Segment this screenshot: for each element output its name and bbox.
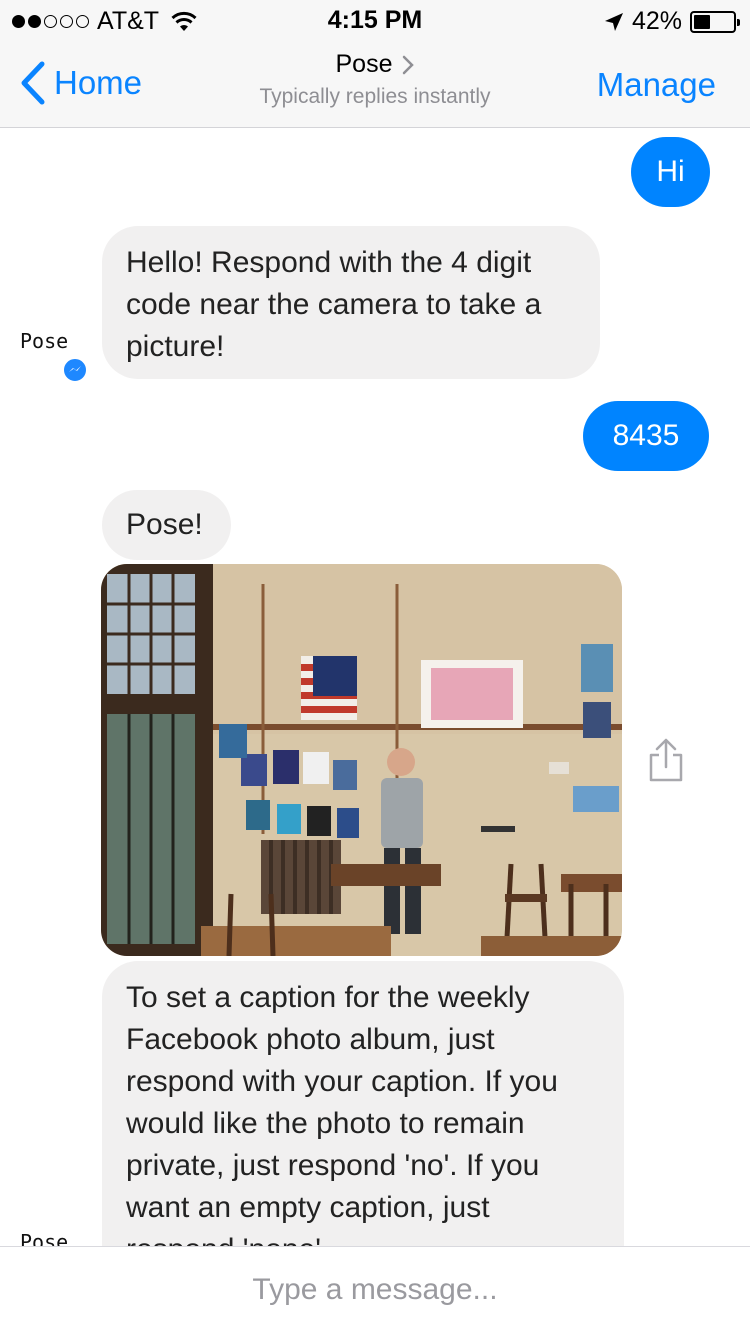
chevron-right-icon	[403, 55, 415, 74]
conversation-title[interactable]: Pose	[336, 50, 415, 79]
outgoing-message[interactable]: Hi	[631, 137, 710, 207]
battery-icon	[690, 10, 740, 33]
conversation-subtitle: Typically replies instantly	[259, 85, 491, 108]
bot-avatar[interactable]: Pose	[20, 1230, 68, 1246]
incoming-message[interactable]: Hello! Respond with the 4 digit code nea…	[102, 226, 600, 379]
bot-avatar[interactable]: Pose	[20, 329, 68, 353]
bot-avatar-logo: Pose	[20, 329, 69, 353]
status-right: 42%	[604, 7, 740, 36]
message-thread[interactable]: Hi Hello! Respond with the 4 digit code …	[0, 129, 750, 1246]
message-composer: Type a message...	[0, 1246, 750, 1334]
share-icon[interactable]	[646, 737, 686, 783]
back-button[interactable]: Home	[16, 60, 142, 106]
manage-button[interactable]: Manage	[597, 66, 716, 104]
navigation-bar: Home Pose Typically replies instantly Ma…	[0, 40, 750, 128]
outgoing-message[interactable]: 8435	[583, 401, 709, 471]
incoming-message[interactable]: To set a caption for the weekly Facebook…	[102, 961, 624, 1246]
photo-message[interactable]	[101, 564, 622, 956]
message-input[interactable]: Type a message...	[0, 1273, 750, 1307]
conversation-title-label: Pose	[335, 50, 393, 78]
bot-avatar-logo: Pose	[20, 1230, 69, 1246]
conversation-header[interactable]: Pose Typically replies instantly	[200, 50, 550, 109]
chevron-left-icon	[21, 61, 45, 105]
location-arrow-icon	[604, 12, 623, 31]
battery-percent: 42%	[631, 7, 682, 35]
status-bar: AT&T 4:15 PM 42%	[0, 0, 750, 40]
incoming-message[interactable]: Pose!	[102, 490, 231, 560]
back-button-label: Home	[54, 64, 143, 101]
messenger-badge-icon	[62, 357, 88, 383]
camera-photo	[101, 564, 622, 956]
